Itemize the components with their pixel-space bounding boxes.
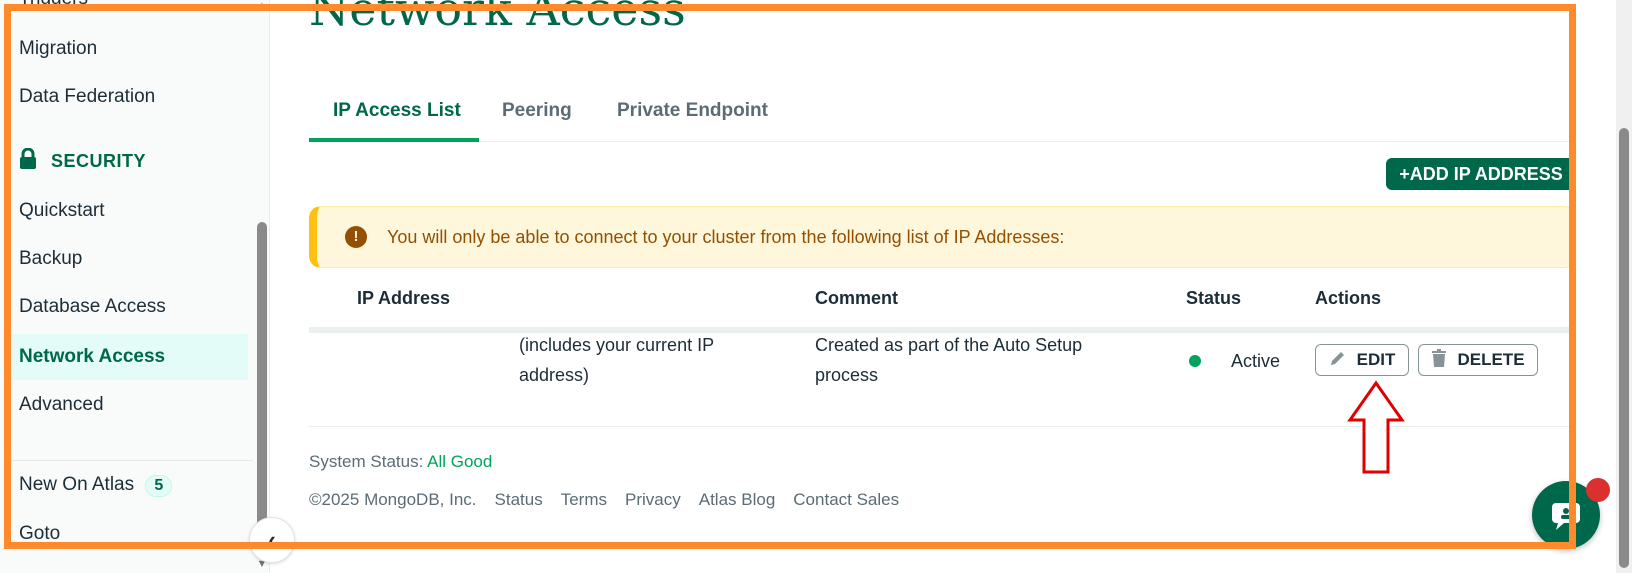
new-count-badge: 5	[145, 475, 173, 497]
main-content: Network Access IP Access List Peering Pr…	[271, 0, 1616, 573]
footer-copyright: ©2025 MongoDB, Inc.	[309, 490, 477, 509]
sidebar-item-network-access[interactable]: Network Access	[8, 334, 248, 380]
sidebar: Triggers Migration Data Federation SECUR…	[0, 0, 270, 573]
pencil-icon	[1329, 349, 1347, 372]
scroll-up-icon[interactable]: ▲	[255, 0, 269, 12]
column-header-status: Status	[1186, 288, 1242, 308]
sidebar-item-backup[interactable]: Backup	[19, 248, 82, 270]
tab-bar: IP Access List Peering Private Endpoint	[309, 94, 1574, 142]
column-header-actions: Actions	[1315, 288, 1382, 308]
sidebar-scroll-thumb[interactable]	[257, 222, 267, 542]
trash-icon	[1431, 348, 1447, 372]
delete-label: DELETE	[1457, 350, 1525, 369]
system-status-label: System Status:	[309, 452, 424, 471]
sidebar-divider	[8, 460, 253, 461]
status-text: Active	[1231, 351, 1281, 371]
column-header-ip-address: IP Address	[357, 288, 451, 308]
ip-note-line1: (includes your current IP	[519, 335, 715, 355]
lock-icon	[19, 147, 37, 175]
main-scroll-thumb[interactable]	[1619, 128, 1629, 568]
add-ip-address-button[interactable]: +ADD IP ADDRESS	[1386, 158, 1576, 190]
sidebar-item-advanced[interactable]: Advanced	[19, 394, 104, 416]
main-scrollbar[interactable]	[1616, 0, 1632, 573]
footer-link-privacy[interactable]: Privacy	[625, 490, 681, 510]
warning-icon: !	[345, 226, 367, 248]
chat-notification-dot	[1586, 478, 1610, 502]
tab-peering[interactable]: Peering	[502, 94, 572, 142]
status-active-dot-icon	[1189, 355, 1201, 367]
system-status: System Status: All Good	[309, 452, 492, 472]
sidebar-item-database-access[interactable]: Database Access	[19, 296, 166, 318]
app-window: Triggers Migration Data Federation SECUR…	[0, 0, 1632, 573]
edit-label: EDIT	[1356, 350, 1396, 369]
column-header-comment: Comment	[815, 288, 899, 308]
sidebar-item-migration[interactable]: Migration	[19, 38, 97, 60]
sidebar-item-data-federation[interactable]: Data Federation	[19, 86, 155, 108]
footer-link-status[interactable]: Status	[495, 490, 543, 510]
sidebar-item-triggers[interactable]: Triggers	[19, 0, 88, 10]
footer-link-atlas-blog[interactable]: Atlas Blog	[699, 490, 776, 510]
footer-link-contact-sales[interactable]: Contact Sales	[793, 490, 899, 510]
sidebar-item-new-on-atlas[interactable]: New On Atlas 5	[19, 474, 173, 497]
comment-line2: process	[815, 365, 879, 385]
sidebar-section-security: SECURITY	[19, 147, 147, 175]
page-title: Network Access	[309, 0, 686, 36]
delete-button[interactable]: DELETE	[1418, 344, 1538, 376]
edit-button[interactable]: EDIT	[1315, 344, 1409, 376]
sidebar-item-goto[interactable]: Goto	[19, 523, 60, 545]
info-banner: ! You will only be able to connect to yo…	[309, 206, 1576, 268]
red-arrow-annotation-icon	[1347, 380, 1405, 474]
banner-text: You will only be able to connect to your…	[387, 226, 1065, 247]
new-on-atlas-label: New On Atlas	[19, 474, 135, 495]
sidebar-scrollbar[interactable]: ▲ ▼	[255, 0, 269, 573]
comment-line1: Created as part of the Auto Setup	[815, 335, 1083, 355]
sidebar-item-quickstart[interactable]: Quickstart	[19, 200, 105, 222]
footer-links: ©2025 MongoDB, Inc. Status Terms Privacy…	[309, 490, 899, 510]
security-header-label: SECURITY	[51, 151, 147, 171]
tab-private-endpoint[interactable]: Private Endpoint	[617, 94, 768, 142]
system-status-value[interactable]: All Good	[427, 452, 492, 471]
tab-ip-access-list[interactable]: IP Access List	[309, 94, 479, 142]
ip-note-line2: address)	[519, 365, 590, 385]
footer-link-terms[interactable]: Terms	[561, 490, 607, 510]
